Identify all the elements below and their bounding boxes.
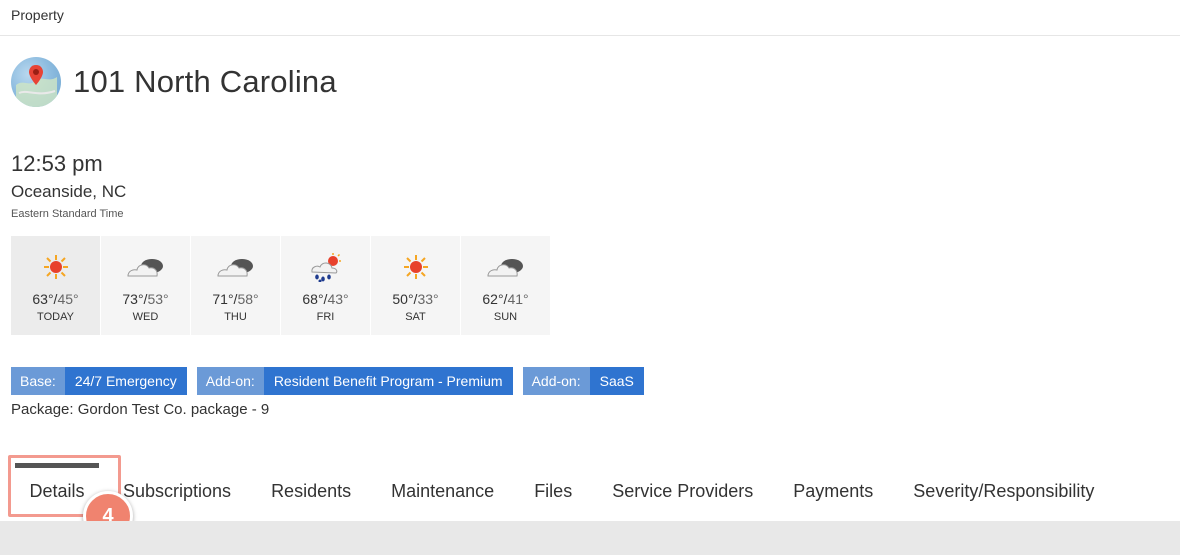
timezone-label: Eastern Standard Time [11,208,124,220]
weather-day: 68°/43° FRI [281,236,370,335]
page-title: 101 North Carolina [73,64,337,99]
weather-day: 73°/53° WED [101,236,190,335]
temp-low: 33° [417,291,439,307]
day-label: TODAY [37,311,74,323]
sun-icon [371,252,460,282]
content-area [0,521,1180,555]
subscription-badge: Base: 24/7 Emergency [11,367,187,395]
tab-maintenance[interactable]: Maintenance [371,461,514,521]
cloud-icon [191,252,280,282]
property-header: 101 North Carolina [11,56,337,108]
temp-high: 50° [392,291,414,307]
cloud-icon [101,252,190,282]
tab-severity-responsibility[interactable]: Severity/Responsibility [893,461,1114,521]
rain-sun-icon [281,252,370,282]
day-label: WED [132,311,159,323]
subscription-badge: Add-on: SaaS [522,367,644,395]
sun-icon [11,252,100,282]
day-label: SAT [405,311,426,323]
map-avatar-icon [11,57,61,107]
temp-low: 58° [237,291,259,307]
tab-files[interactable]: Files [514,461,592,521]
weather-day: 62°/41° SUN [461,236,550,335]
weather-forecast: 63°/45° TODAY 73°/53° WED 71°/58° THU 68… [11,236,550,335]
temp-low: 53° [147,291,169,307]
top-bar: Property [0,0,1180,36]
subscription-badges: Base: 24/7 Emergency Add-on: Resident Be… [11,367,654,395]
breadcrumb[interactable]: Property [11,7,64,23]
badge-value: 24/7 Emergency [64,367,187,395]
temp-high: 68° [302,291,324,307]
tab-bar: Details Subscriptions Residents Maintena… [11,461,1114,521]
temp-high: 62° [482,291,504,307]
temp-low: 43° [327,291,349,307]
weather-day: 71°/58° THU [191,236,280,335]
day-label: THU [224,311,247,323]
location-label: Oceanside, NC [11,182,127,201]
tab-service-providers[interactable]: Service Providers [592,461,773,521]
tab-payments[interactable]: Payments [773,461,893,521]
badge-key: Add-on: [522,367,590,395]
temp-high: 71° [212,291,234,307]
temp-high: 63° [32,291,54,307]
tab-residents[interactable]: Residents [251,461,371,521]
cloud-icon [461,252,550,282]
temp-low: 45° [57,291,79,307]
badge-value: SaaS [589,367,644,395]
day-label: SUN [493,311,518,323]
badge-value: Resident Benefit Program - Premium [263,367,513,395]
badge-key: Add-on: [196,367,264,395]
local-time: 12:53 pm [11,151,103,176]
package-label: Package: Gordon Test Co. package - 9 [11,401,270,418]
weather-day: 50°/33° SAT [371,236,460,335]
weather-day: 63°/45° TODAY [11,236,100,335]
day-label: FRI [316,311,335,323]
badge-key: Base: [11,367,65,395]
temp-high: 73° [122,291,144,307]
subscription-badge: Add-on: Resident Benefit Program - Premi… [196,367,513,395]
temp-low: 41° [507,291,529,307]
